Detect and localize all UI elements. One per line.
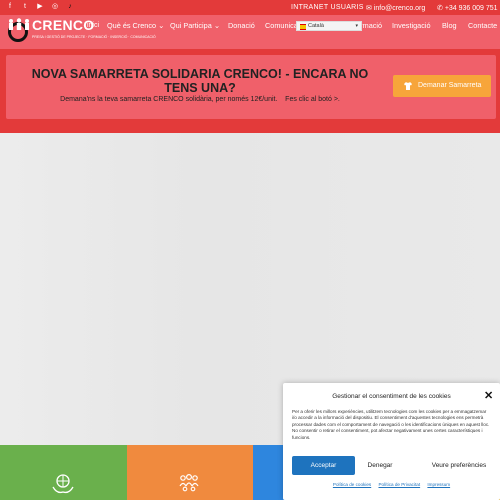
nav-item-donacio[interactable]: Donació — [228, 21, 255, 30]
logo-tagline: PRESA I GESTIÓ DE PROJECTE · FORMACIÓ · … — [32, 35, 156, 39]
nav-item-investigacio[interactable]: Investigació — [392, 21, 431, 30]
chevron-down-icon: ⌄ — [158, 21, 165, 30]
people-group-icon — [179, 473, 199, 492]
phone-link[interactable]: ✆ +34 936 009 751 — [437, 4, 498, 12]
nav-item-que-es-crenco[interactable]: Què és Crenco ⌄ — [107, 21, 164, 30]
cookie-policy-link[interactable]: Política de cookies — [333, 482, 371, 487]
phone-text: +34 936 009 751 — [444, 5, 498, 12]
privacy-policy-link[interactable]: Política de Privacitat — [378, 482, 420, 487]
top-bar: f t ▶ ◎ ♪ INTRANET USUARIS ✉ info@crenco… — [0, 0, 500, 15]
youtube-icon[interactable]: ▶ — [36, 3, 44, 11]
cookie-consent-dialog: Gestionar el consentiment de les cookies… — [283, 383, 500, 500]
order-tshirt-label: Demanar Samarreta — [418, 82, 482, 89]
instagram-icon[interactable]: ◎ — [51, 3, 59, 11]
nav-item-contacte[interactable]: Contacte — [468, 21, 497, 30]
tshirt-icon — [404, 82, 412, 90]
twitter-icon[interactable]: t — [21, 3, 29, 11]
cookie-title: Gestionar el consentiment de les cookies — [332, 393, 451, 400]
catalan-flag-icon — [300, 24, 306, 30]
main-navbar: CRENCO inici PRESA I GESTIÓ DE PROJECTE … — [0, 15, 500, 49]
chevron-down-icon: ▾ — [355, 23, 358, 29]
cookie-links: Política de cookies Política de Privacit… — [283, 482, 500, 487]
chevron-down-icon: ⌄ — [213, 21, 220, 30]
promo-banner: NOVA SAMARRETA SOLIDARIA CRENCO! - ENCAR… — [6, 55, 496, 119]
phone-icon: ✆ — [437, 5, 445, 12]
nav-item-qui-participa[interactable]: Qui Participa ⌄ — [170, 21, 220, 30]
logo[interactable]: CRENCO inici PRESA I GESTIÓ DE PROJECTE … — [7, 16, 156, 48]
email-link[interactable]: ✉ info@crenco.org — [366, 4, 425, 12]
logo-people-icon — [9, 18, 29, 30]
mail-icon: ✉ — [366, 5, 374, 12]
social-links: f t ▶ ◎ ♪ — [6, 3, 74, 11]
tile-environment[interactable] — [0, 445, 127, 500]
nav-item-blog[interactable]: Blog — [442, 21, 457, 30]
banner-subtitle: Demana'ns la teva samarreta CRENCO solid… — [60, 96, 340, 103]
logo-home[interactable]: inici — [87, 22, 99, 29]
language-select[interactable]: Català ▾ — [296, 21, 362, 31]
accept-cookies-button[interactable]: Acceptar — [292, 456, 355, 475]
tiktok-icon[interactable]: ♪ — [66, 3, 74, 11]
email-text: info@crenco.org — [373, 5, 426, 12]
facebook-icon[interactable]: f — [6, 3, 14, 11]
banner-title: NOVA SAMARRETA SOLIDARIA CRENCO! - ENCAR… — [31, 67, 369, 95]
intranet-link[interactable]: INTRANET USUARIS — [291, 4, 364, 11]
tile-community[interactable] — [127, 445, 253, 500]
cookie-text: Per a oferir les millors experiències, u… — [292, 409, 490, 440]
deny-cookies-button[interactable]: Denegar — [360, 456, 400, 475]
order-tshirt-button[interactable]: Demanar Samarreta — [393, 75, 491, 97]
logo-brand: CRENCO — [32, 17, 95, 33]
close-icon[interactable]: ✕ — [484, 389, 493, 402]
cookie-preferences-button[interactable]: Veure preferències — [425, 456, 493, 475]
hands-globe-icon — [52, 474, 74, 494]
impressum-link[interactable]: Impressum — [427, 482, 450, 487]
language-label: Català — [308, 23, 324, 29]
